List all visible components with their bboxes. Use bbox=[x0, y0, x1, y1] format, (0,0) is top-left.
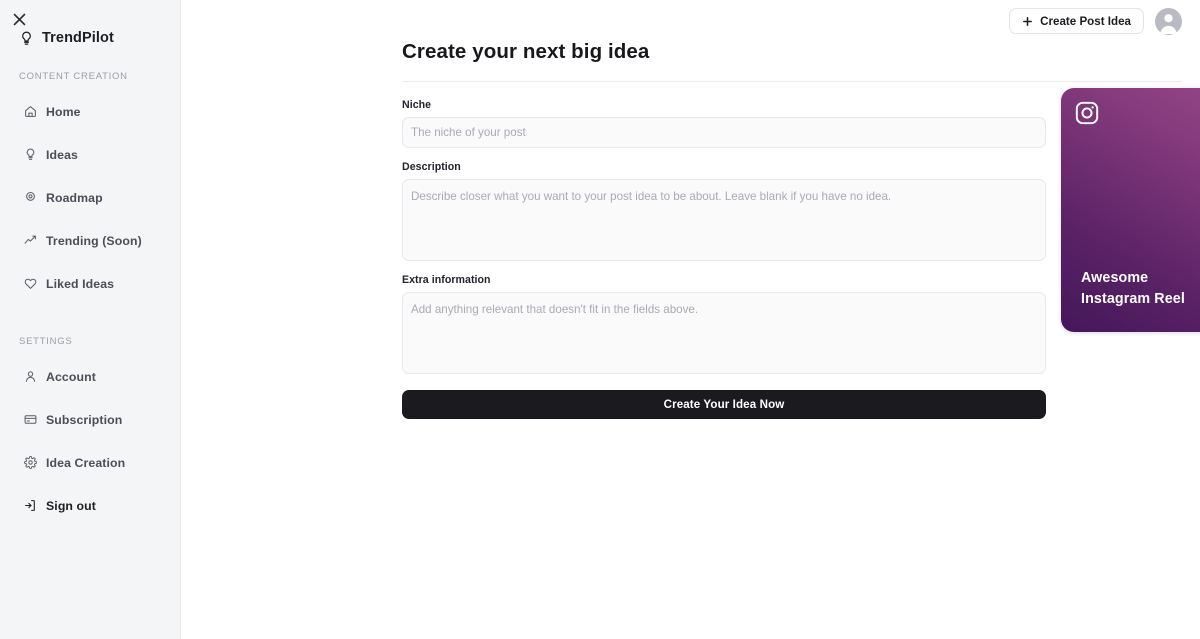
idea-form: Niche Description Extra information Crea… bbox=[402, 82, 1046, 419]
sidebar-item-subscription[interactable]: Subscription bbox=[0, 398, 180, 441]
topbar: Create Post Idea bbox=[181, 0, 1200, 42]
description-textarea[interactable] bbox=[402, 179, 1046, 261]
sidebar-item-label: Liked Ideas bbox=[46, 276, 115, 291]
sidebar-item-home[interactable]: Home bbox=[0, 90, 180, 133]
sidebar: TrendPilot CONTENT CREATION Home Ideas R… bbox=[0, 0, 181, 639]
user-icon bbox=[24, 370, 37, 383]
sidebar-section-title-settings: SETTINGS bbox=[19, 336, 73, 347]
sidebar-item-ideas[interactable]: Ideas bbox=[0, 133, 180, 176]
trending-up-icon bbox=[24, 234, 37, 247]
sidebar-item-liked-ideas[interactable]: Liked Ideas bbox=[0, 262, 180, 305]
main-content: Create Post Idea Create your next big id… bbox=[181, 0, 1200, 639]
sidebar-section-title-content-creation: CONTENT CREATION bbox=[19, 71, 128, 82]
sidebar-nav-content-creation: Home Ideas Roadmap Trending (Soon) Liked… bbox=[0, 90, 180, 305]
sidebar-item-label: Sign out bbox=[46, 498, 96, 513]
create-post-idea-button[interactable]: Create Post Idea bbox=[1009, 8, 1144, 34]
instagram-promo-card[interactable]: Awesome Instagram Reel bbox=[1061, 88, 1200, 332]
sidebar-section-settings: SETTINGS Account Subscription Idea Creat… bbox=[0, 336, 180, 527]
plus-icon bbox=[1022, 16, 1033, 27]
sidebar-item-label: Account bbox=[46, 369, 96, 384]
field-niche: Niche bbox=[402, 99, 1046, 148]
brand-name: TrendPilot bbox=[42, 30, 114, 46]
sidebar-item-label: Roadmap bbox=[46, 190, 103, 205]
field-extra-information: Extra information bbox=[402, 274, 1046, 374]
sidebar-item-sign-out[interactable]: Sign out bbox=[0, 484, 180, 527]
description-label: Description bbox=[402, 161, 461, 173]
sidebar-item-idea-creation[interactable]: Idea Creation bbox=[0, 441, 180, 484]
extra-information-label: Extra information bbox=[402, 274, 491, 286]
heart-icon bbox=[24, 277, 37, 290]
promo-title-line2: Instagram Reel bbox=[1081, 290, 1185, 307]
sidebar-item-trending[interactable]: Trending (Soon) bbox=[0, 219, 180, 262]
credit-card-icon bbox=[24, 413, 37, 426]
niche-input[interactable] bbox=[402, 117, 1046, 148]
sidebar-item-label: Ideas bbox=[46, 147, 78, 162]
instagram-icon bbox=[1074, 100, 1100, 126]
create-post-idea-label: Create Post Idea bbox=[1040, 14, 1131, 28]
target-pin-icon bbox=[24, 191, 37, 204]
content-row: Niche Description Extra information Crea… bbox=[181, 82, 1200, 419]
niche-label: Niche bbox=[402, 99, 432, 111]
lightbulb-icon bbox=[24, 148, 37, 161]
sign-out-icon bbox=[24, 499, 37, 512]
sidebar-item-account[interactable]: Account bbox=[0, 355, 180, 398]
app-root: TrendPilot CONTENT CREATION Home Ideas R… bbox=[0, 0, 1200, 639]
user-avatar-icon bbox=[1160, 13, 1177, 34]
sidebar-nav-settings: Account Subscription Idea Creation Sign … bbox=[0, 355, 180, 527]
avatar[interactable] bbox=[1155, 7, 1182, 35]
sidebar-item-label: Home bbox=[46, 104, 81, 119]
promo-title: Awesome Instagram Reel bbox=[1081, 268, 1185, 309]
gear-icon bbox=[24, 456, 37, 469]
promo-title-line1: Awesome bbox=[1081, 270, 1149, 287]
sidebar-item-label: Trending (Soon) bbox=[46, 233, 142, 248]
page-title: Create your next big idea bbox=[402, 40, 650, 63]
lightbulb-icon bbox=[19, 31, 34, 46]
extra-information-textarea[interactable] bbox=[402, 292, 1046, 374]
sidebar-item-roadmap[interactable]: Roadmap bbox=[0, 176, 180, 219]
home-icon bbox=[24, 105, 37, 118]
field-description: Description bbox=[402, 161, 1046, 261]
sidebar-item-label: Idea Creation bbox=[46, 455, 126, 470]
sidebar-section-content-creation: CONTENT CREATION Home Ideas Roadmap Tren… bbox=[0, 71, 180, 305]
close-icon[interactable] bbox=[6, 6, 32, 32]
sidebar-item-label: Subscription bbox=[46, 412, 123, 427]
create-idea-submit-button[interactable]: Create Your Idea Now bbox=[402, 390, 1046, 419]
